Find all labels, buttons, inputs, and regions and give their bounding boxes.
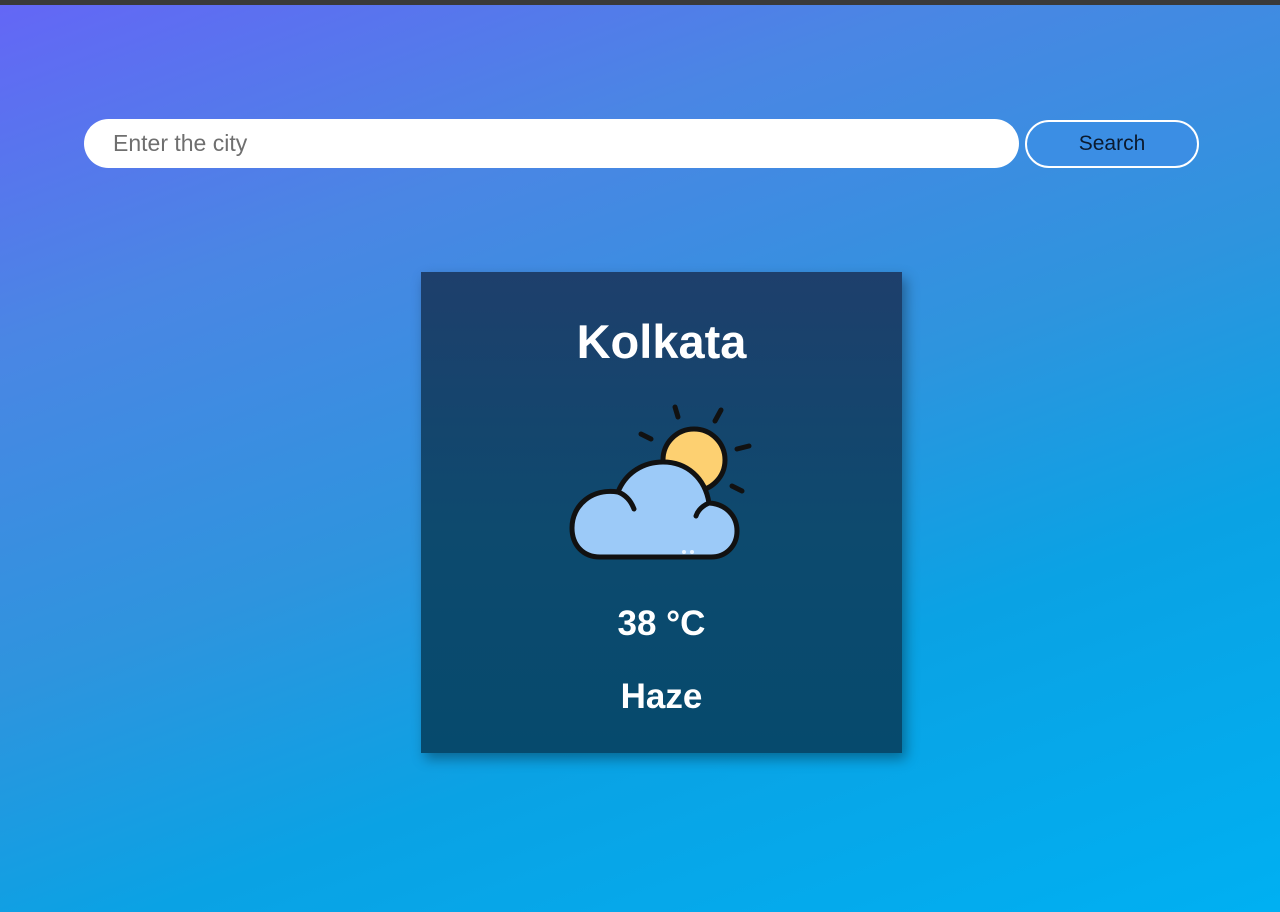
search-button[interactable]: Search bbox=[1025, 120, 1199, 168]
cloud-highlight bbox=[690, 550, 694, 554]
search-bar: Search bbox=[84, 119, 1199, 169]
cloud-highlight bbox=[682, 550, 686, 554]
city-name: Kolkata bbox=[576, 315, 747, 368]
weather-condition: Haze bbox=[620, 677, 703, 716]
browser-top-bar bbox=[0, 0, 1280, 5]
partly-cloudy-icon bbox=[569, 404, 752, 560]
city-search-input[interactable] bbox=[84, 119, 1019, 168]
temperature: 38 °C bbox=[617, 604, 706, 643]
